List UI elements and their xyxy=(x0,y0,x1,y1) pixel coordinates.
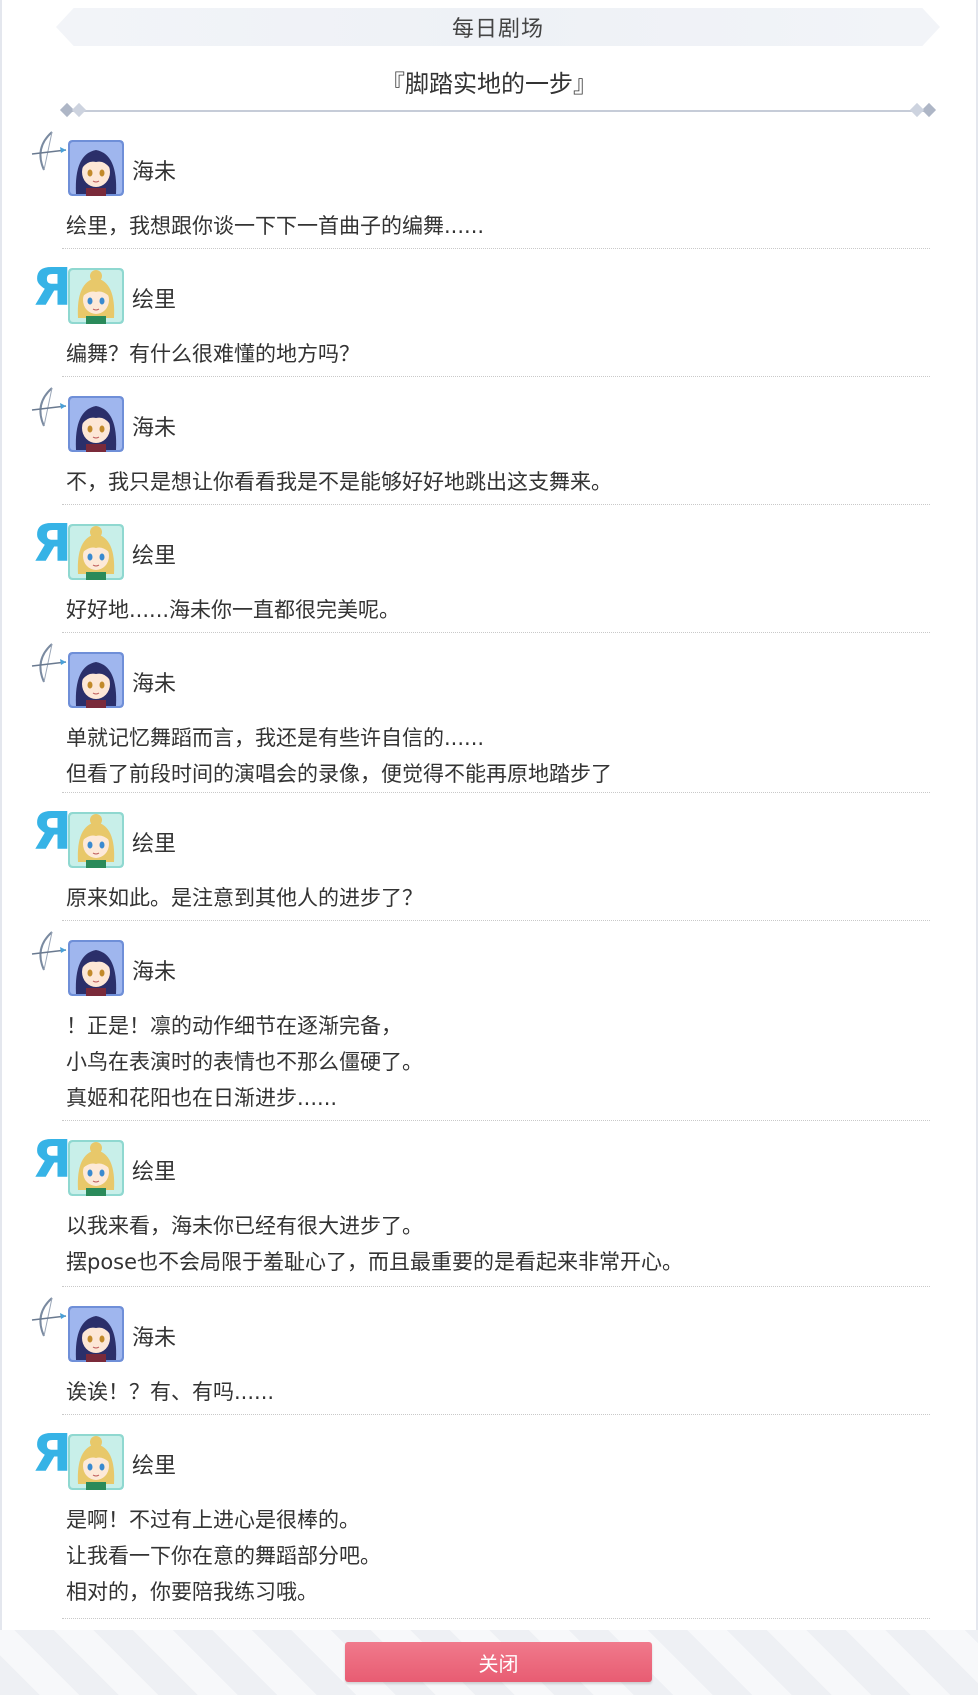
dialogue-line: 编舞？有什么很难懂的地方吗？ xyxy=(66,342,360,366)
dialogue-line: 以我来看，海未你已经有很大进步了。 xyxy=(66,1214,423,1238)
speaker-name: 绘里 xyxy=(132,544,177,569)
r-emblem-icon: Я xyxy=(32,1424,73,1484)
umi-avatar xyxy=(68,940,124,996)
dialogue-line: 好好地......海未你一直都很完美呢。 xyxy=(66,598,401,622)
speaker-name: 海未 xyxy=(132,1326,177,1351)
dialogue-entry: Я 绘里 好好地......海未你一直都很完美呢。 xyxy=(30,518,930,628)
dialogue-entry: 海未 绘里，我想跟你谈一下下一首曲子的编舞...... xyxy=(30,131,930,244)
divider xyxy=(62,376,930,377)
speaker-name: 绘里 xyxy=(132,832,177,857)
dialogue-entry: Я 绘里 原来如此。是注意到其他人的进步了？ xyxy=(30,806,930,916)
speaker-name: 绘里 xyxy=(132,288,177,313)
dialogue-line: 原来如此。是注意到其他人的进步了？ xyxy=(66,886,423,910)
dialogue-entry: 海未 不，我只是想让你看看我是不是能够好好地跳出这支舞来。 xyxy=(30,387,930,500)
header-banner: 每日剧场 xyxy=(56,8,940,46)
dialogue-line: 小鸟在表演时的表情也不那么僵硬了。 xyxy=(66,1050,423,1074)
dialogue-line: 让我看一下你在意的舞蹈部分吧。 xyxy=(66,1544,381,1568)
divider xyxy=(62,792,930,793)
bow-arrow-icon xyxy=(31,131,67,171)
eli-avatar xyxy=(68,268,124,324)
speaker-name: 海未 xyxy=(132,960,177,985)
speaker-name: 海未 xyxy=(132,160,177,185)
title-divider xyxy=(59,102,937,118)
story-title: 『脚踏实地的一步』 xyxy=(381,70,597,98)
dialogue-line: 但看了前段时间的演唱会的录像，便觉得不能再原地踏步了 xyxy=(66,762,612,786)
speaker-name: 海未 xyxy=(132,672,177,697)
eli-avatar xyxy=(68,524,124,580)
dialogue-entry: 海未 诶诶！？有、有吗...... xyxy=(30,1297,930,1410)
dialogue-line: 是啊！不过有上进心是很棒的。 xyxy=(66,1508,360,1532)
umi-avatar xyxy=(68,396,124,452)
dialogue-line: 单就记忆舞蹈而言，我还是有些许自信的...... xyxy=(66,726,485,750)
umi-avatar xyxy=(68,652,124,708)
r-emblem-icon: Я xyxy=(32,258,73,318)
divider xyxy=(62,1414,930,1415)
r-emblem-icon: Я xyxy=(32,1130,73,1190)
divider xyxy=(62,920,930,921)
dialogue-entry: 海未 ！正是！凛的动作细节在逐渐完备， 小鸟在表演时的表情也不那么僵硬了。 真姬… xyxy=(30,931,930,1116)
bow-arrow-icon xyxy=(31,1297,67,1337)
close-button[interactable]: 关闭 xyxy=(345,1642,652,1682)
umi-avatar xyxy=(68,1306,124,1362)
divider xyxy=(62,248,930,249)
bow-arrow-icon xyxy=(31,931,67,971)
divider xyxy=(62,1618,930,1619)
dialogue-entry: Я 绘里 编舞？有什么很难懂的地方吗？ xyxy=(30,262,930,372)
dialogue-line: 诶诶！？有、有吗...... xyxy=(66,1380,275,1404)
speaker-name: 绘里 xyxy=(132,1160,177,1185)
dialogue-line: 摆pose也不会局限于羞耻心了，而且最重要的是看起来非常开心。 xyxy=(66,1250,684,1274)
divider xyxy=(62,504,930,505)
dialogue-line: 真姬和花阳也在日渐进步...... xyxy=(66,1086,338,1110)
dialogue-line: 不，我只是想让你看看我是不是能够好好地跳出这支舞来。 xyxy=(66,470,612,494)
umi-avatar xyxy=(68,140,124,196)
speaker-name: 绘里 xyxy=(132,1454,177,1479)
dialogue-line: ！正是！凛的动作细节在逐渐完备， xyxy=(66,1014,402,1038)
daily-theater-screen: 每日剧场 『脚踏实地的一步』 海未 绘里，我想跟你谈一下下一首曲子的编舞....… xyxy=(0,0,978,1695)
r-emblem-icon: Я xyxy=(32,514,73,574)
bow-arrow-icon xyxy=(31,387,67,427)
eli-avatar xyxy=(68,1140,124,1196)
divider xyxy=(62,632,930,633)
eli-avatar xyxy=(68,1434,124,1490)
dialogue-line: 绘里，我想跟你谈一下下一首曲子的编舞...... xyxy=(66,214,485,238)
dialogue-line: 相对的，你要陪我练习哦。 xyxy=(66,1580,318,1604)
divider xyxy=(62,1120,930,1121)
dialogue-entry: Я 绘里 是啊！不过有上进心是很棒的。 让我看一下你在意的舞蹈部分吧。 相对的，… xyxy=(30,1428,930,1610)
r-emblem-icon: Я xyxy=(32,802,73,862)
divider xyxy=(62,1286,930,1287)
dialogue-entry: 海未 单就记忆舞蹈而言，我还是有些许自信的...... 但看了前段时间的演唱会的… xyxy=(30,643,930,792)
header-title: 每日剧场 xyxy=(451,17,544,42)
speaker-name: 海未 xyxy=(132,416,177,441)
eli-avatar xyxy=(68,812,124,868)
dialogue-entry: Я 绘里 以我来看，海未你已经有很大进步了。 摆pose也不会局限于羞耻心了，而… xyxy=(30,1134,930,1280)
bow-arrow-icon xyxy=(31,643,67,683)
